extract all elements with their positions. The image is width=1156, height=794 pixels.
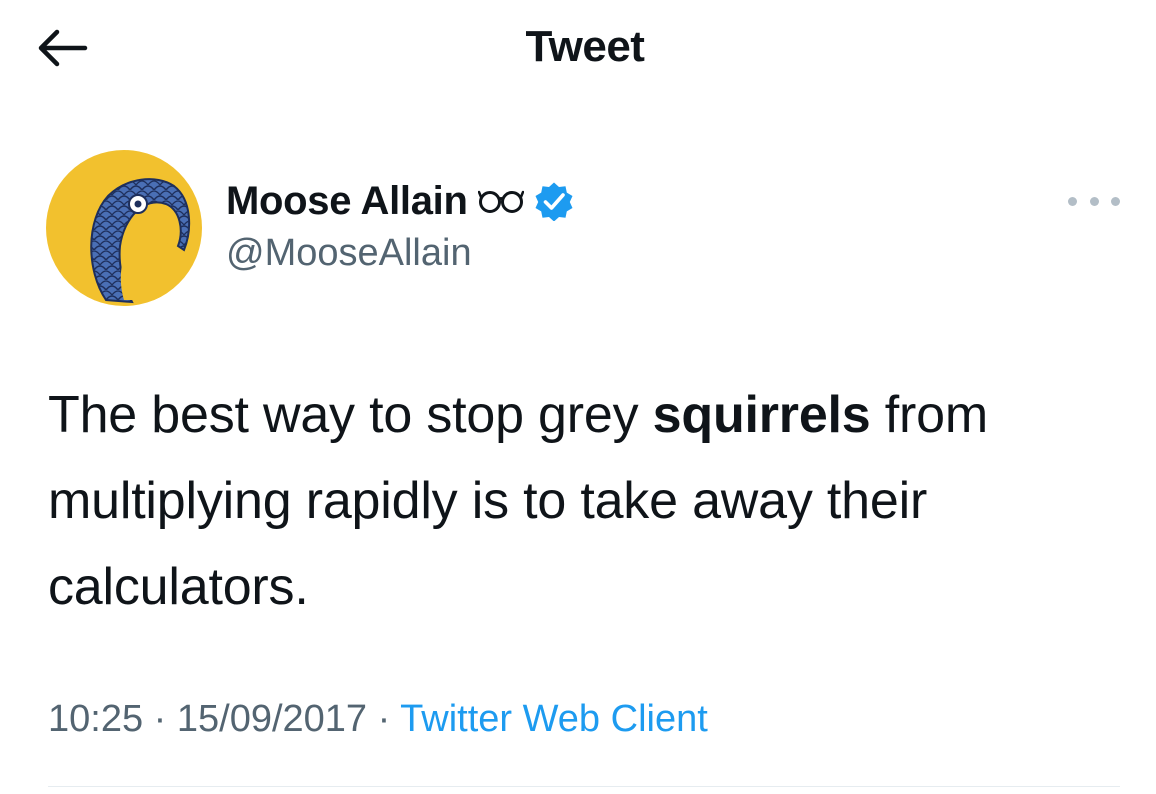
verified-badge-icon: [534, 181, 574, 221]
tweet-highlight-word[interactable]: squirrels: [653, 386, 871, 444]
bird-avatar-image: [46, 150, 202, 306]
more-dot: [1089, 196, 1099, 206]
author-block: Moose Allain @MooseAllain: [226, 176, 574, 275]
tweet-source-link[interactable]: Twitter Web Client: [400, 698, 708, 740]
tweet-time[interactable]: 10:25: [48, 698, 143, 740]
meta-separator: ·: [143, 698, 177, 740]
name-row: Moose Allain: [226, 176, 574, 226]
user-handle[interactable]: @MooseAllain: [226, 232, 574, 275]
tweet-text-part: The best way to stop grey: [48, 386, 653, 444]
tweet-date[interactable]: 15/09/2017: [177, 698, 367, 740]
display-name[interactable]: Moose Allain: [226, 179, 468, 224]
glasses-icon: [477, 187, 524, 215]
divider: [48, 786, 1120, 787]
page-title: Tweet: [525, 22, 645, 71]
meta-separator: ·: [367, 698, 401, 740]
more-dot: [1111, 196, 1120, 206]
avatar[interactable]: [46, 150, 202, 306]
more-options-button[interactable]: [1068, 186, 1120, 216]
top-bar: Tweet: [0, 0, 1156, 100]
more-dot: [1068, 196, 1077, 206]
tweet-meta: 10:25 · 15/09/2017 · Twitter Web Client: [48, 698, 708, 741]
tweet-text: The best way to stop grey squirrels from…: [48, 372, 1108, 630]
